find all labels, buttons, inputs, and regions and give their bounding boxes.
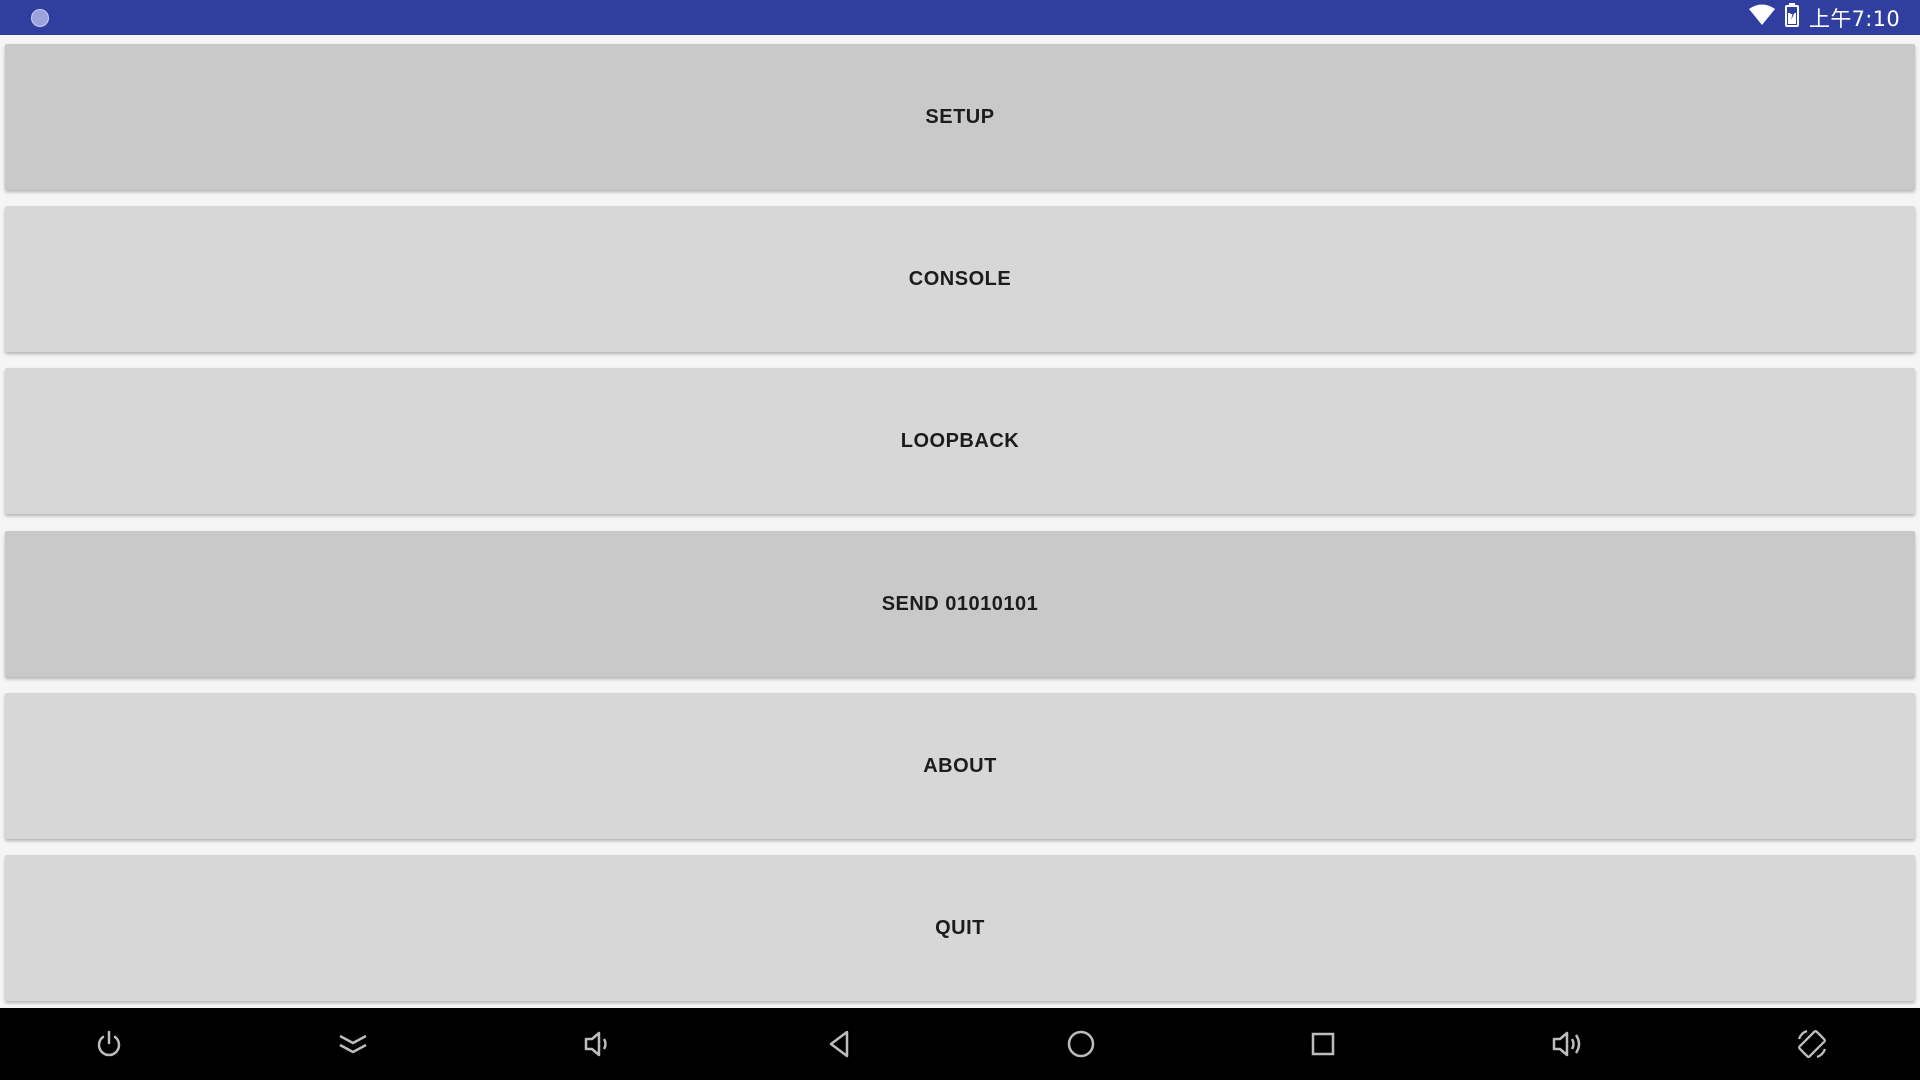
main-menu: SETUP CONSOLE LOOPBACK SEND 01010101 ABO… — [0, 35, 1920, 1008]
battery-icon — [1785, 3, 1800, 32]
console-button[interactable]: CONSOLE — [5, 206, 1915, 352]
send-01010101-button[interactable]: SEND 01010101 — [5, 531, 1915, 677]
collapse-icon[interactable] — [313, 1008, 393, 1080]
status-icons: 上午7:10 — [1749, 0, 1900, 35]
volume-up-icon[interactable] — [1527, 1008, 1607, 1080]
notification-dot-icon — [31, 9, 49, 27]
setup-button[interactable]: SETUP — [5, 44, 1915, 190]
home-icon[interactable] — [1041, 1008, 1121, 1080]
status-bar: 上午7:10 — [0, 0, 1920, 35]
quit-button[interactable]: QUIT — [5, 855, 1915, 1001]
about-button[interactable]: ABOUT — [5, 693, 1915, 839]
back-icon[interactable] — [799, 1008, 879, 1080]
loopback-button[interactable]: LOOPBACK — [5, 368, 1915, 514]
volume-down-icon[interactable] — [557, 1008, 637, 1080]
power-icon[interactable] — [69, 1008, 149, 1080]
navigation-bar — [0, 1008, 1920, 1080]
recents-icon[interactable] — [1283, 1008, 1363, 1080]
wifi-icon — [1749, 4, 1776, 31]
status-time: 上午7:10 — [1809, 6, 1900, 31]
rotate-icon[interactable] — [1772, 1008, 1852, 1080]
